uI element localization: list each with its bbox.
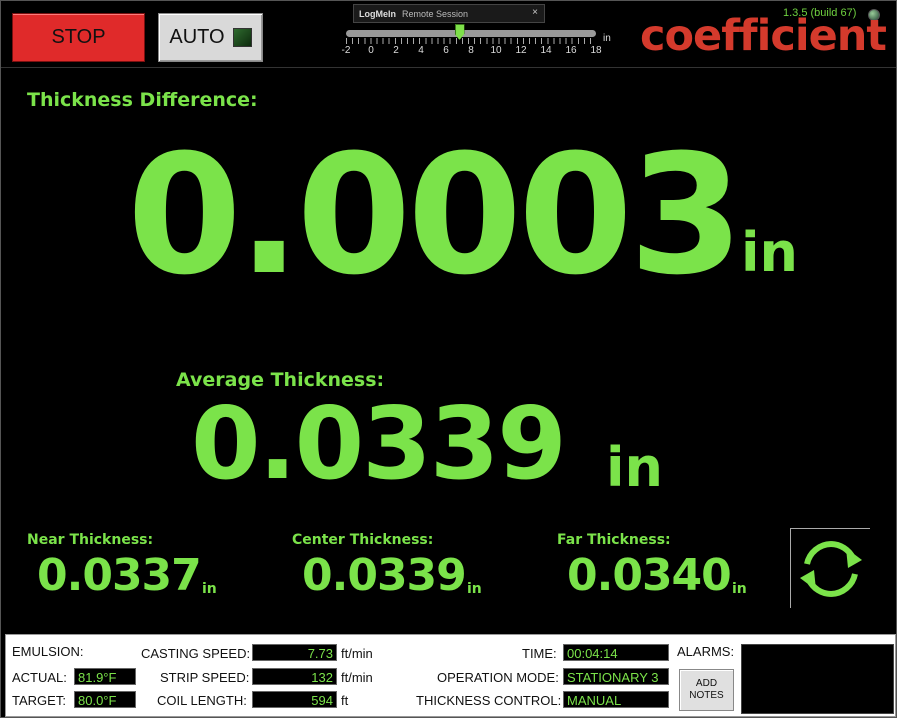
auto-button[interactable]: AUTO xyxy=(158,13,263,62)
operation-mode-field: STATIONARY 3 xyxy=(563,668,669,685)
add-notes-button[interactable]: ADD NOTES xyxy=(679,669,734,711)
slider-tick-label: 2 xyxy=(393,45,399,56)
slider-tick-label: 6 xyxy=(443,45,449,56)
slider-tick-label: 0 xyxy=(368,45,374,56)
coil-length-unit: ft xyxy=(341,693,349,708)
far-thickness-value: 0.0340 xyxy=(567,550,732,601)
stop-button[interactable]: STOP xyxy=(12,13,145,62)
center-thickness-label: Center Thickness: xyxy=(292,532,434,548)
slider-tick-label: 18 xyxy=(590,45,602,56)
slider-tick-label: -2 xyxy=(341,45,351,56)
casting-speed-label: CASTING SPEED: xyxy=(141,646,251,661)
alarms-label: ALARMS: xyxy=(677,644,735,659)
slider-ticks xyxy=(346,38,596,44)
time-label: TIME: xyxy=(522,646,557,661)
refresh-button[interactable] xyxy=(790,528,870,608)
coil-length-label: COIL LENGTH: xyxy=(157,693,247,708)
casting-speed-field: 7.73 xyxy=(252,644,337,661)
close-icon[interactable]: × xyxy=(532,7,538,18)
thickness-difference-value: 0.0003 xyxy=(127,119,744,311)
slider-tick-label: 14 xyxy=(540,45,552,56)
header-divider xyxy=(1,67,896,68)
center-thickness-unit: in xyxy=(467,581,482,597)
slider-unit: in xyxy=(603,33,611,44)
average-thickness-value: 0.0339 xyxy=(191,385,567,502)
add-notes-label: ADD NOTES xyxy=(689,678,724,701)
thickness-difference-unit: in xyxy=(741,221,798,284)
near-thickness-unit: in xyxy=(202,581,217,597)
near-thickness-label: Near Thickness: xyxy=(27,532,154,548)
near-thickness-value: 0.0337 xyxy=(37,550,202,601)
operation-mode-label: OPERATION MODE: xyxy=(437,670,559,685)
coil-length-field: 594 xyxy=(252,691,337,708)
slider-tick-label: 4 xyxy=(418,45,424,56)
slider-tick-label: 12 xyxy=(515,45,527,56)
auto-label: AUTO xyxy=(169,26,225,48)
remote-session-bar: LogMeIn Remote Session × xyxy=(353,4,545,23)
remote-app-name: LogMeIn xyxy=(359,8,396,19)
thickness-control-label: THICKNESS CONTROL: xyxy=(416,693,562,708)
far-thickness-unit: in xyxy=(732,581,747,597)
brand-logo: coefficient xyxy=(640,11,887,61)
auto-indicator-icon xyxy=(232,28,252,47)
casting-speed-unit: ft/min xyxy=(341,646,373,661)
refresh-icon xyxy=(799,540,862,597)
position-slider-track[interactable] xyxy=(346,30,596,37)
strip-speed-label: STRIP SPEED: xyxy=(160,670,250,685)
slider-tick-label: 10 xyxy=(490,45,502,56)
strip-speed-unit: ft/min xyxy=(341,670,373,685)
emulsion-label: EMULSION: xyxy=(12,644,84,659)
thickness-difference-label: Thickness Difference: xyxy=(27,89,258,111)
remote-session-label: Remote Session xyxy=(402,8,469,19)
far-thickness-label: Far Thickness: xyxy=(557,532,671,548)
actual-label: ACTUAL: xyxy=(12,670,67,685)
actual-temp-field: 81.9°F xyxy=(74,668,136,685)
target-label: TARGET: xyxy=(12,693,66,708)
slider-tick-label: 16 xyxy=(565,45,577,56)
average-thickness-unit: in xyxy=(606,436,663,499)
strip-speed-field: 132 xyxy=(252,668,337,685)
target-temp-field: 80.0°F xyxy=(74,691,136,708)
alarms-display xyxy=(741,644,894,714)
time-field: 00:04:14 xyxy=(563,644,669,661)
thickness-control-field: MANUAL xyxy=(563,691,669,708)
app-window: STOP AUTO LogMeIn Remote Session × -2 0 2 4… xyxy=(0,0,897,718)
center-thickness-value: 0.0339 xyxy=(302,550,467,601)
status-panel: EMULSION: ACTUAL: 81.9°F TARGET: 80.0°F … xyxy=(5,634,896,717)
slider-tick-label: 8 xyxy=(468,45,474,56)
